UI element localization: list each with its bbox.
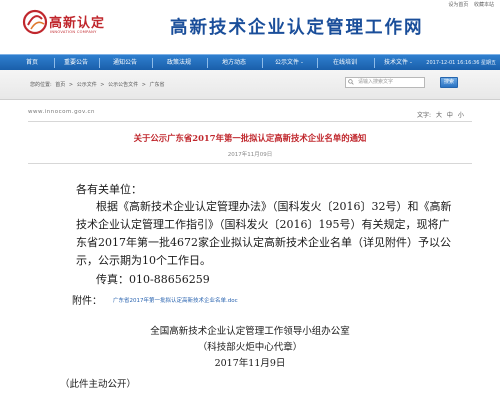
- site-title: 高新技术企业认定管理工作网: [170, 18, 424, 38]
- nav-divider: [54, 58, 55, 68]
- site-header: 设为首页 收藏本站 高新认定 INNOVATION COMPANY 高新技术企业…: [0, 0, 500, 54]
- article-fax: 传真：010-88656259: [96, 273, 210, 286]
- breadcrumb: 您的位置: 首页 > 公示文件 > 公示公告文件 > 广东省: [30, 81, 167, 88]
- nav-divider: [374, 58, 375, 68]
- article-paragraph-line: 示，公示期为10个工作日。: [76, 254, 211, 267]
- breadcrumb-item-home[interactable]: 首页: [55, 82, 65, 88]
- publication-note: （此件主动公开）: [60, 379, 137, 390]
- nav-item-public-docs[interactable]: 公示文件 -: [264, 55, 314, 71]
- logo-subtitle: INNOVATION COMPANY: [50, 30, 97, 34]
- article-salutation: 各有关单位：: [76, 183, 142, 196]
- search-input[interactable]: 请输入搜索文字: [345, 77, 425, 88]
- logo-name: 高新认定: [49, 16, 106, 31]
- breadcrumb-prefix: 您的位置:: [30, 82, 52, 88]
- main-nav: 首页 重要公告 通知公告 政策法规 地方动态 公示文件 - 在线培训 技术文件 …: [0, 54, 500, 70]
- site-logo[interactable]: 高新认定 INNOVATION COMPANY: [22, 8, 122, 44]
- breadcrumb-bar: 您的位置: 首页 > 公示文件 > 公示公告文件 > 广东省 请输入搜索文字 搜…: [0, 70, 500, 100]
- site-url: www.innocom.gov.cn: [28, 109, 96, 115]
- breadcrumb-separator: >: [141, 82, 146, 88]
- search-button[interactable]: 搜索: [440, 77, 458, 88]
- divider: [28, 121, 472, 122]
- signature-date: 2017年11月9日: [214, 358, 286, 369]
- font-size-label: 文字:: [417, 112, 432, 119]
- attachment-link[interactable]: 广东省2017年第一批拟认定高新技术企业名单.doc: [113, 296, 238, 304]
- breadcrumb-item-guangdong[interactable]: 广东省: [150, 82, 165, 88]
- font-size-large[interactable]: 大: [436, 112, 442, 119]
- nav-divider: [262, 58, 263, 68]
- nav-item-home[interactable]: 首页: [12, 55, 52, 71]
- article-paragraph-line: 根据《高新技术企业认定管理办法》（国科发火〔2016〕32号）和《高新: [96, 200, 452, 213]
- nav-divider: [152, 58, 153, 68]
- nav-divider: [207, 58, 208, 68]
- attachment-label: 附件：: [72, 296, 102, 307]
- article-date: 2017年11月09日: [227, 152, 273, 158]
- divider: [28, 163, 472, 164]
- nav-item-policies[interactable]: 政策法规: [154, 55, 204, 71]
- nav-divider: [99, 58, 100, 68]
- top-links: 设为首页 收藏本站: [444, 1, 494, 8]
- breadcrumb-separator: >: [100, 82, 105, 88]
- breadcrumb-separator: >: [68, 82, 74, 88]
- font-size-small[interactable]: 小: [458, 112, 464, 119]
- nav-item-training[interactable]: 在线培训: [319, 55, 371, 71]
- nav-item-notices[interactable]: 通知公告: [101, 55, 149, 71]
- signature-org: 全国高新技术企业认定管理工作领导小组办公室: [150, 326, 350, 337]
- logo-icon: [22, 9, 48, 35]
- bookmark-link[interactable]: 收藏本站: [474, 2, 494, 8]
- signature-seal: （科技部火炬中心代章）: [197, 342, 303, 353]
- breadcrumb-item-announcements[interactable]: 公示公告文件: [108, 82, 138, 88]
- nav-item-local[interactable]: 地方动态: [209, 55, 259, 71]
- article-paragraph-line: 技术企业认定管理工作指引》（国科发火〔2016〕195号）有关规定，现将广: [76, 218, 450, 231]
- article-paragraph-line: 东省2017年第一批4672家企业拟认定高新技术企业名单（详见附件）予以公: [76, 236, 451, 249]
- nav-item-tech-docs[interactable]: 技术文件 -: [376, 55, 420, 71]
- nav-item-important[interactable]: 重要公告: [56, 55, 96, 71]
- breadcrumb-item-public-docs[interactable]: 公示文件: [77, 82, 97, 88]
- nav-divider: [317, 58, 318, 68]
- search-icon: [348, 79, 354, 85]
- nav-datetime: 2017-12-01 16:16:36 星期五: [426, 60, 496, 66]
- article-title: 关于公示广东省2017年第一批拟认定高新技术企业名单的通知: [133, 133, 367, 143]
- font-size-control: 文字: 大 中 小: [414, 110, 464, 119]
- font-size-medium[interactable]: 中: [447, 112, 453, 119]
- set-homepage-link[interactable]: 设为首页: [448, 2, 468, 8]
